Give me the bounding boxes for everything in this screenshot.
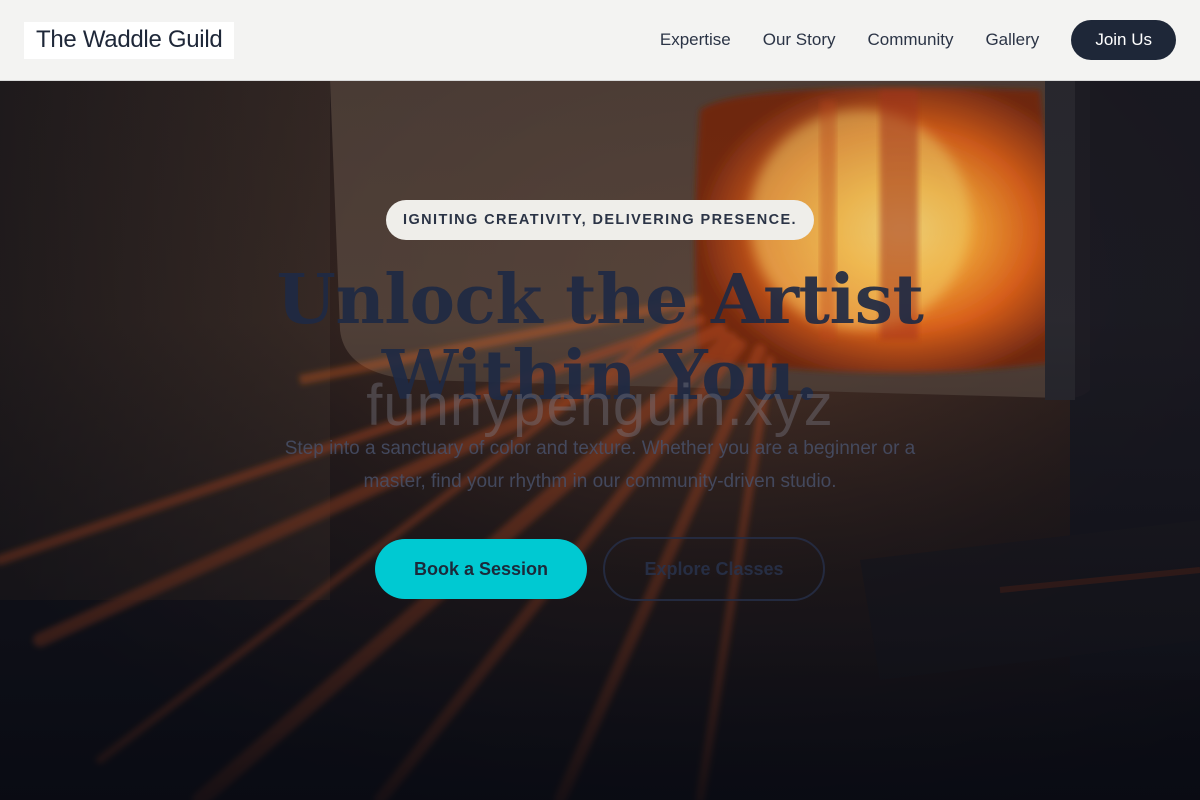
book-session-button[interactable]: Book a Session	[375, 539, 587, 599]
nav-link-our-story[interactable]: Our Story	[763, 30, 836, 50]
hero-headline: Unlock the Artist Within You.	[276, 260, 924, 416]
join-us-button[interactable]: Join Us	[1071, 20, 1176, 60]
hero-content: IGNITING CREATIVITY, DELIVERING PRESENCE…	[0, 0, 1200, 800]
hero-subtext: Step into a sanctuary of color and textu…	[284, 438, 916, 492]
nav-link-community[interactable]: Community	[867, 30, 953, 50]
explore-classes-button[interactable]: Explore Classes	[603, 537, 825, 601]
nav-link-expertise[interactable]: Expertise	[660, 30, 731, 50]
nav-link-gallery[interactable]: Gallery	[985, 30, 1039, 50]
main-nav: Expertise Our Story Community Gallery Jo…	[660, 0, 1176, 80]
brand-logo[interactable]: The Waddle Guild	[24, 21, 235, 59]
landing-page: The Waddle Guild Expertise Our Story Com…	[0, 0, 1200, 800]
site-header: The Waddle Guild Expertise Our Story Com…	[0, 0, 1200, 81]
hero-tagline-badge: IGNITING CREATIVITY, DELIVERING PRESENCE…	[386, 200, 814, 240]
